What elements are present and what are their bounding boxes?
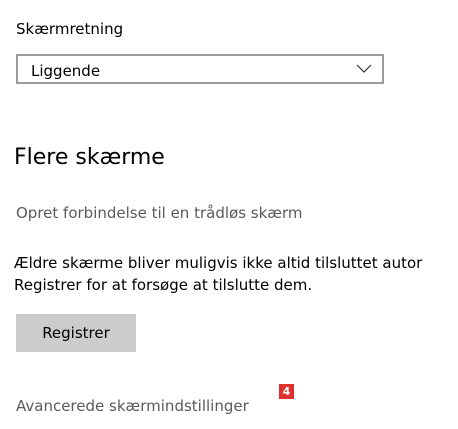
- older-displays-description: Ældre skærme bliver muligvis ikke altid …: [14, 252, 458, 296]
- multiple-displays-heading: Flere skærme: [14, 145, 165, 170]
- connect-wireless-display-link[interactable]: Opret forbindelse til en trådløs skærm: [16, 204, 303, 222]
- chevron-down-icon: [356, 64, 372, 73]
- display-settings-panel: Skærmretning Liggende Flere skærme Opret…: [0, 0, 458, 429]
- register-button[interactable]: Registrer: [16, 314, 136, 352]
- callout-badge: 4: [279, 384, 294, 399]
- orientation-selected-value: Liggende: [31, 62, 101, 80]
- description-line-1: Ældre skærme bliver muligvis ikke altid …: [14, 254, 423, 272]
- orientation-dropdown[interactable]: Liggende: [16, 54, 384, 84]
- description-line-2: Registrer for at forsøge at tilslutte de…: [14, 276, 313, 294]
- advanced-display-settings-link[interactable]: Avancerede skærmindstillinger: [16, 397, 249, 415]
- orientation-label: Skærmretning: [16, 20, 124, 38]
